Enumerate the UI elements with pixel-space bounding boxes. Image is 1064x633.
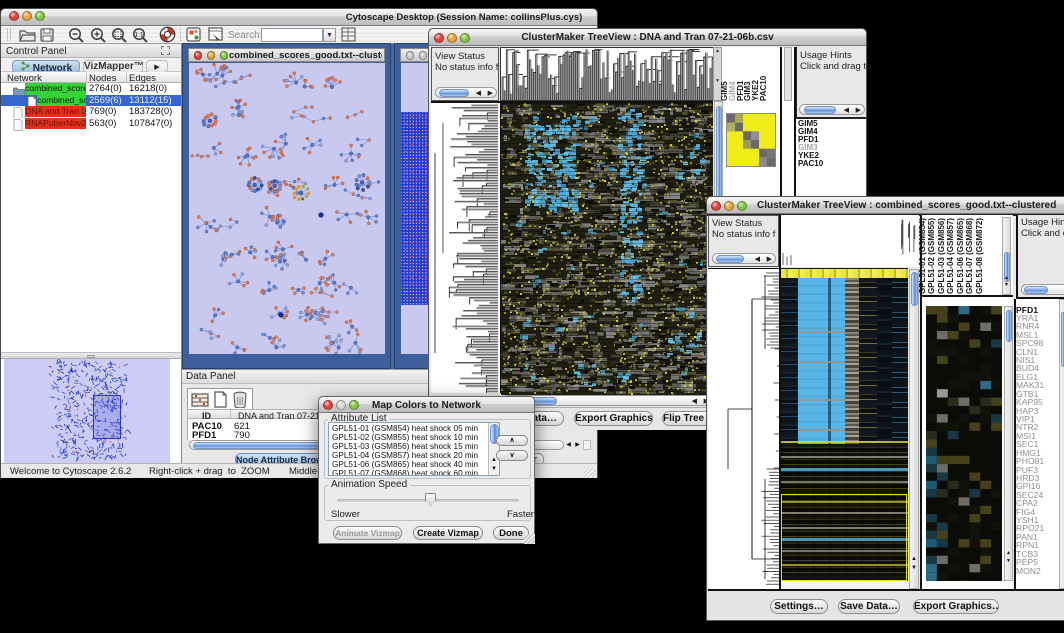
svg-text:1:1: 1:1 bbox=[135, 33, 144, 39]
